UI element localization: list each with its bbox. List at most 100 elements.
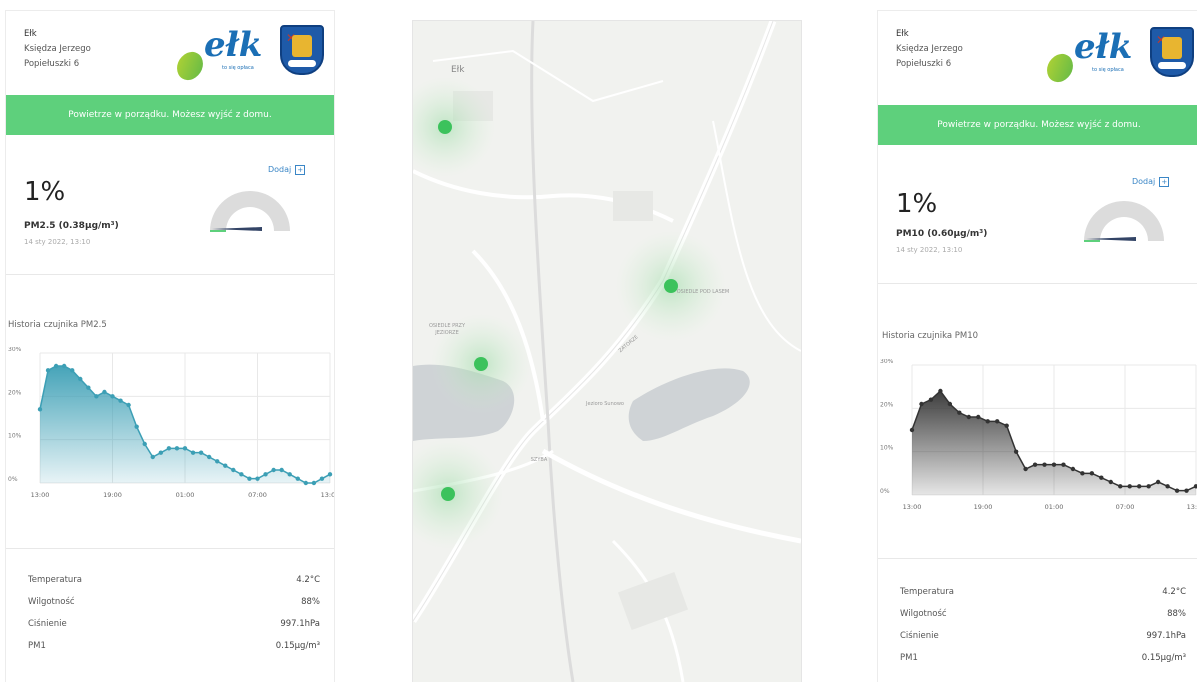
divider: [6, 274, 334, 275]
gauge: [210, 191, 290, 232]
plus-box-icon: +: [295, 165, 306, 175]
data-point: [287, 472, 292, 477]
data-point: [947, 401, 953, 407]
x-tick-label: 07:00: [1116, 503, 1135, 511]
air-status-banner: Powietrze w porządku. Możesz wyjść z dom…: [6, 95, 334, 135]
street-name: Księdza Jerzego: [24, 44, 91, 54]
data-point: [190, 450, 196, 455]
data-point: [102, 389, 107, 395]
stat-label: Wilgotność: [28, 597, 75, 607]
stat-label: PM1: [900, 653, 918, 663]
reading-date: 14 sty 2022, 13:10: [896, 246, 963, 254]
reading-date: 14 sty 2022, 13:10: [24, 238, 91, 246]
stat-value: 4.2°C: [1162, 587, 1186, 597]
data-point: [1070, 466, 1076, 472]
street-number: Popiełuszki 6: [24, 59, 80, 69]
data-point: [279, 467, 284, 473]
data-point: [94, 394, 99, 399]
x-tick-label: 13:00: [321, 491, 334, 499]
data-point: [255, 476, 260, 481]
city-name: Ełk: [24, 29, 37, 39]
y-tick-label: 10%: [8, 433, 22, 440]
add-button[interactable]: Dodaj +: [268, 165, 306, 175]
divider: [878, 283, 1197, 284]
gauge: [1084, 201, 1164, 242]
x-tick-label: 01:00: [176, 491, 195, 499]
data-point: [53, 363, 59, 369]
data-point: [174, 446, 180, 451]
sensor-address: Ełk Księdza Jerzego Popiełuszki 6: [896, 27, 963, 72]
coat-of-arms-icon: ✕: [280, 25, 324, 75]
panel-header: Ełk Księdza Jerzego Popiełuszki 6 ełk to…: [6, 11, 334, 95]
data-point: [1089, 471, 1095, 476]
data-point: [206, 454, 212, 460]
data-point: [37, 407, 43, 412]
data-point: [1023, 466, 1028, 472]
pm-reading: PM10 (0.60µg/m³): [896, 229, 988, 239]
data-point: [134, 424, 139, 429]
y-tick-label: 30%: [880, 359, 894, 365]
y-tick-label: 0%: [8, 476, 18, 483]
y-tick-label: 20%: [880, 401, 894, 408]
data-point: [1165, 484, 1170, 489]
plus-box-icon: +: [1159, 177, 1170, 187]
stat-label: Ciśnienie: [900, 631, 939, 641]
data-point: [295, 476, 300, 481]
stat-row: Wilgotność 88%: [6, 591, 334, 613]
elk-bird-logo-icon: [171, 48, 209, 84]
sensor-marker[interactable]: [441, 487, 455, 501]
data-point: [1080, 471, 1085, 476]
map-label-lake: Jezioro Sunowo: [586, 401, 624, 407]
gauge-track: [210, 191, 290, 231]
stat-value: 0.15µg/m³: [275, 641, 320, 651]
data-point: [182, 446, 188, 451]
data-point: [215, 459, 220, 464]
elk-logo-text: ełk: [1074, 27, 1133, 67]
data-point: [938, 388, 943, 394]
data-point: [985, 419, 990, 424]
x-tick-label: 01:00: [1045, 503, 1064, 511]
data-point: [198, 450, 204, 455]
data-point: [928, 397, 934, 402]
data-point: [327, 472, 333, 477]
add-button[interactable]: Dodaj +: [1132, 177, 1170, 187]
data-point: [1127, 484, 1132, 489]
stat-label: Ciśnienie: [28, 619, 67, 629]
stat-row: Ciśnienie 997.1hPa: [878, 625, 1197, 647]
city-name: Ełk: [896, 29, 909, 39]
data-point: [247, 476, 252, 481]
data-point: [966, 414, 971, 420]
divider: [6, 548, 334, 549]
stat-value: 88%: [301, 597, 320, 607]
data-point: [1013, 449, 1019, 454]
stat-row: Temperatura 4.2°C: [878, 581, 1197, 603]
history-label: Historia czujnika PM2.5: [8, 320, 107, 330]
data-point: [86, 385, 91, 390]
stat-label: Temperatura: [900, 587, 955, 597]
data-point: [118, 398, 123, 403]
elk-logo-sub: to się opłaca: [1092, 67, 1124, 73]
x-tick-label: 19:00: [103, 491, 122, 499]
data-point: [78, 376, 83, 382]
stat-value: 997.1hPa: [280, 619, 320, 629]
pollution-percent: 1%: [896, 189, 938, 219]
coat-of-arms-icon: ✕: [1150, 27, 1194, 77]
x-tick-label: 19:00: [974, 503, 993, 511]
data-point: [1174, 488, 1180, 493]
sensor-panel-pm10: Ełk Księdza Jerzego Popiełuszki 6 ełk to…: [878, 11, 1197, 682]
stat-label: PM1: [28, 641, 46, 651]
pm10-history-chart: 0% 10% 20% 30% 13:00 19:00 01:00 07:00 13:00: [880, 359, 1197, 511]
data-point: [223, 463, 228, 468]
data-point: [1146, 484, 1151, 489]
stat-row: Wilgotność 88%: [878, 603, 1197, 625]
sensor-panel-pm25: Ełk Księdza Jerzego Popiełuszki 6 ełk to…: [6, 11, 334, 682]
sensor-marker[interactable]: [474, 357, 488, 371]
stat-value: 0.15µg/m³: [1141, 653, 1186, 663]
elk-logo-sub: to się opłaca: [222, 65, 254, 71]
y-tick-label: 0%: [880, 488, 890, 495]
street-number: Popiełuszki 6: [896, 59, 952, 69]
sensor-marker[interactable]: [438, 120, 452, 134]
stats-table: Temperatura 4.2°C Wilgotność 88% Ciśnienie 99…: [6, 569, 334, 657]
sensor-map[interactable]: Ełk OSIEDLE PRZY JEZIORZE ZATORZE OSIEDL…: [413, 21, 801, 682]
data-point: [1004, 423, 1009, 428]
